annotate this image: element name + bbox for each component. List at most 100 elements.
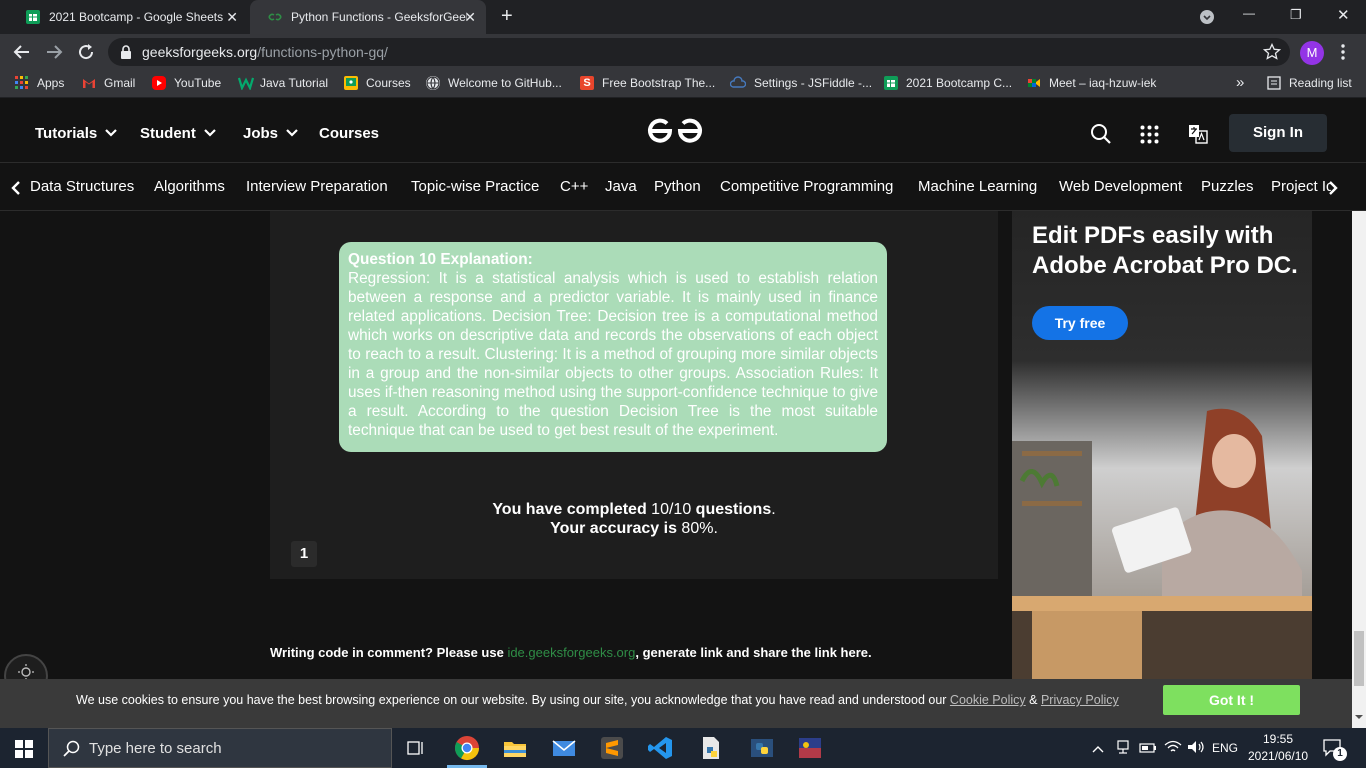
- back-arrow-icon[interactable]: [12, 42, 32, 67]
- cookie-policy-link[interactable]: Cookie Policy: [950, 693, 1026, 707]
- gfg-logo[interactable]: [646, 116, 704, 146]
- bookmark-gmail[interactable]: Gmail: [82, 76, 135, 90]
- chevron-right-icon[interactable]: [1328, 181, 1338, 200]
- battery-icon[interactable]: [1139, 741, 1157, 759]
- maximize-button[interactable]: ❐: [1290, 7, 1302, 23]
- windows-start-icon[interactable]: [15, 740, 33, 763]
- subnav-interview-preparation[interactable]: Interview Preparation: [246, 178, 388, 195]
- minimize-button[interactable]: —: [1243, 6, 1255, 20]
- clock-date[interactable]: 2021/06/10: [1248, 749, 1308, 763]
- try-free-button[interactable]: Try free: [1032, 306, 1128, 340]
- chrome-taskbar-icon[interactable]: [453, 734, 481, 762]
- subnav-java[interactable]: Java: [605, 178, 637, 195]
- page-scrollbar[interactable]: [1352, 211, 1366, 728]
- classroom-icon: [344, 76, 358, 90]
- scrollbar-thumb[interactable]: [1354, 631, 1364, 686]
- nav-jobs[interactable]: Jobs: [243, 125, 298, 142]
- url-domain: geeksforgeeks.org: [142, 44, 258, 60]
- bookmark-star-icon[interactable]: [1262, 42, 1282, 66]
- bookmark-label: 2021 Bootcamp C...: [906, 76, 1013, 90]
- nav-label: Tutorials: [35, 125, 98, 142]
- subnav-python[interactable]: Python: [654, 178, 701, 195]
- youtube-icon: [152, 76, 166, 90]
- subnav-competitive-programming[interactable]: Competitive Programming: [720, 178, 893, 195]
- nav-courses[interactable]: Courses: [319, 125, 379, 142]
- bookmark-jsfiddle[interactable]: Settings - JSFiddle -...: [729, 76, 872, 90]
- privacy-policy-link[interactable]: Privacy Policy: [1041, 693, 1119, 707]
- task-view-icon[interactable]: [407, 739, 425, 762]
- accuracy-line: Your accuracy is 80%.: [270, 519, 998, 538]
- tab-close-icon[interactable]: ✕: [226, 9, 238, 26]
- adobe-acrobat-ad[interactable]: Edit PDFs easily with Adobe Acrobat Pro …: [1012, 211, 1312, 679]
- sublime-text-icon[interactable]: [598, 734, 626, 762]
- bookmark-label: Meet – iaq-hzuw-iek: [1049, 76, 1157, 90]
- tab-python-functions[interactable]: Python Functions - GeeksforGeeks ✕: [250, 0, 486, 34]
- subnav-web-development[interactable]: Web Development: [1059, 178, 1182, 195]
- new-tab-button[interactable]: +: [501, 5, 513, 28]
- vscode-icon[interactable]: [647, 734, 675, 762]
- apps-grid-icon: [15, 76, 29, 90]
- bookmark-bootcamp-sheet[interactable]: 2021 Bootcamp C...: [884, 76, 1012, 90]
- address-bar[interactable]: geeksforgeeks.org/functions-python-gq/: [108, 38, 1290, 66]
- subnav-project-ideas[interactable]: Project Ideas: [1271, 178, 1331, 195]
- sign-in-button[interactable]: Sign In: [1229, 114, 1327, 152]
- site-header: Tutorials Student Jobs Courses Sign In: [0, 98, 1366, 163]
- explanation-title: Question 10 Explanation:: [348, 251, 533, 268]
- cookie-got-it-button[interactable]: Got It !: [1163, 685, 1300, 715]
- game-app-icon[interactable]: [796, 734, 824, 762]
- browser-menu-icon[interactable]: [1340, 43, 1346, 66]
- close-window-button[interactable]: ✕: [1337, 6, 1350, 24]
- apps-grid-icon[interactable]: [1140, 125, 1159, 149]
- profile-menu-icon[interactable]: [1200, 10, 1214, 24]
- network-icon[interactable]: [1115, 739, 1131, 760]
- ide-link[interactable]: ide.geeksforgeeks.org: [507, 645, 635, 660]
- bookmarks-bar: Apps Gmail YouTube Java Tutorial Courses…: [0, 70, 1366, 98]
- python-file-icon[interactable]: [697, 734, 725, 762]
- subnav-algorithms[interactable]: Algorithms: [154, 178, 225, 195]
- profile-avatar[interactable]: M: [1300, 41, 1324, 65]
- nav-student[interactable]: Student: [140, 125, 216, 142]
- tab-close-icon[interactable]: ✕: [464, 9, 476, 26]
- subnav-puzzles[interactable]: Puzzles: [1201, 178, 1254, 195]
- scroll-down-arrow-icon[interactable]: [1352, 711, 1366, 723]
- chevron-left-icon[interactable]: [11, 181, 21, 200]
- try-free-label: Try free: [1054, 315, 1106, 331]
- completed-end: .: [771, 501, 776, 518]
- reload-icon[interactable]: [76, 42, 96, 67]
- browser-tab-strip: 2021 Bootcamp - Google Sheets ✕ Python F…: [0, 0, 1366, 34]
- subnav-machine-learning[interactable]: Machine Learning: [918, 178, 1037, 195]
- bookmark-apps[interactable]: Apps: [15, 76, 64, 90]
- nav-tutorials[interactable]: Tutorials: [35, 125, 118, 142]
- bookmark-github[interactable]: Welcome to GitHub...: [426, 76, 562, 90]
- chevron-down-icon: [204, 129, 216, 137]
- python-idle-icon[interactable]: [748, 734, 776, 762]
- language-indicator[interactable]: ENG: [1212, 741, 1238, 755]
- lock-icon[interactable]: [120, 45, 132, 64]
- subnav-cpp[interactable]: C++: [560, 178, 588, 195]
- subnav-topic-wise-practice[interactable]: Topic-wise Practice: [411, 178, 539, 195]
- sign-in-label: Sign In: [1253, 124, 1303, 141]
- volume-icon[interactable]: [1187, 740, 1205, 759]
- bookmark-meet[interactable]: Meet – iaq-hzuw-iek: [1027, 76, 1156, 90]
- bookmarks-overflow-button[interactable]: »: [1236, 74, 1244, 91]
- search-icon[interactable]: [1090, 123, 1112, 150]
- subnav-data-structures[interactable]: Data Structures: [30, 178, 134, 195]
- clock-time[interactable]: 19:55: [1263, 732, 1293, 746]
- wifi-icon[interactable]: [1164, 740, 1182, 759]
- file-explorer-icon[interactable]: [501, 734, 529, 762]
- bookmark-youtube[interactable]: YouTube: [152, 76, 221, 90]
- translate-icon[interactable]: [1188, 124, 1208, 149]
- cookie-message: We use cookies to ensure you have the be…: [76, 693, 950, 707]
- reading-list-button[interactable]: Reading list: [1267, 76, 1352, 90]
- tray-chevron-up-icon[interactable]: [1092, 741, 1104, 759]
- bookmark-java-tutorial[interactable]: Java Tutorial: [237, 76, 328, 91]
- tab-google-sheets[interactable]: 2021 Bootcamp - Google Sheets ✕: [8, 0, 248, 34]
- mail-icon[interactable]: [550, 734, 578, 762]
- question-page-button[interactable]: 1: [291, 541, 317, 567]
- taskbar-search-box[interactable]: Type here to search: [48, 728, 392, 768]
- bookmark-bootstrap[interactable]: S Free Bootstrap The...: [580, 76, 715, 90]
- bookmark-label: Welcome to GitHub...: [448, 76, 562, 90]
- bookmark-courses[interactable]: Courses: [344, 76, 411, 90]
- forward-arrow-icon[interactable]: [44, 42, 64, 67]
- accuracy-prefix: Your accuracy is: [550, 520, 682, 537]
